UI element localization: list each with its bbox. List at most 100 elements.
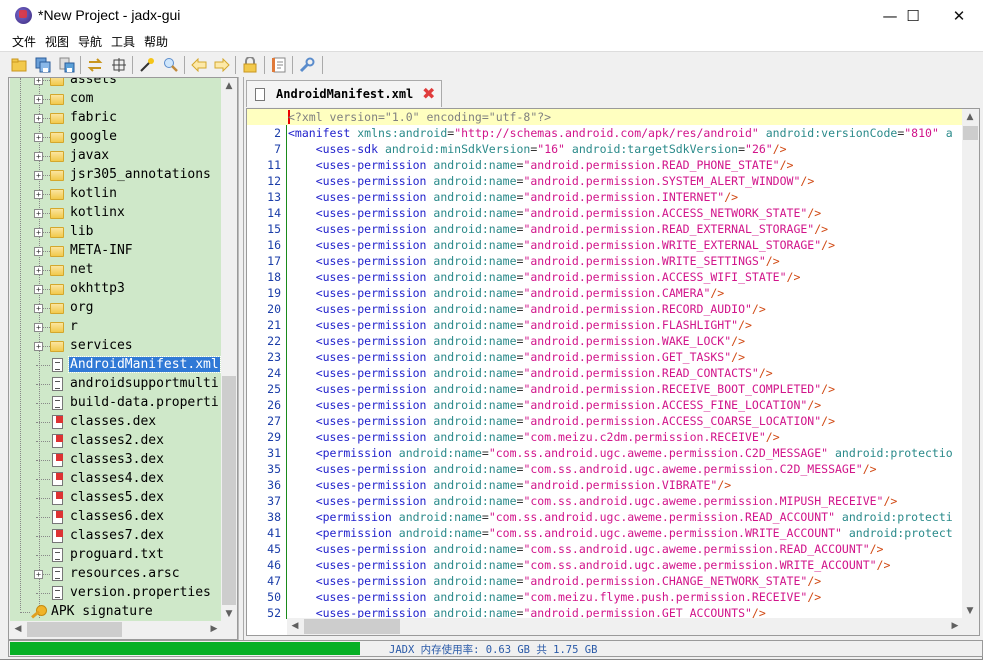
code-line[interactable]: 20 <uses-permission android:name="androi… bbox=[247, 301, 963, 317]
search-icon[interactable] bbox=[162, 56, 180, 74]
code-line[interactable]: 24 <uses-permission android:name="androi… bbox=[247, 365, 963, 381]
code-line[interactable]: 38 <permission android:name="com.ss.andr… bbox=[247, 509, 963, 525]
panel-splitter[interactable] bbox=[238, 77, 242, 640]
tree-item[interactable]: classes5.dex bbox=[10, 489, 222, 508]
code-line[interactable]: 15 <uses-permission android:name="androi… bbox=[247, 221, 963, 237]
menu-navigation[interactable]: 导航 bbox=[78, 33, 102, 50]
code-line[interactable]: 35 <uses-permission android:name="com.ss… bbox=[247, 461, 963, 477]
tab-android-manifest[interactable]: AndroidManifest.xml ✖ bbox=[246, 80, 442, 107]
scroll-right-icon[interactable]: ▶ bbox=[206, 621, 222, 637]
deobfuscation-icon[interactable] bbox=[241, 56, 259, 74]
scroll-left-icon[interactable]: ◀ bbox=[10, 621, 26, 637]
expand-icon[interactable]: + bbox=[34, 266, 43, 275]
code-line[interactable]: <?xml version="1.0" encoding="utf-8"?> bbox=[247, 109, 963, 125]
editor-hscroll-thumb[interactable] bbox=[304, 619, 400, 634]
expand-icon[interactable]: + bbox=[34, 78, 43, 85]
tree-item[interactable]: + javax bbox=[10, 147, 222, 166]
editor-vscroll-thumb[interactable] bbox=[963, 126, 978, 140]
code-line[interactable]: 29 <uses-permission android:name="com.me… bbox=[247, 429, 963, 445]
tree-item[interactable]: + assets bbox=[10, 78, 222, 90]
code-line[interactable]: 23 <uses-permission android:name="androi… bbox=[247, 349, 963, 365]
tree-item[interactable]: + jsr305_annotations bbox=[10, 166, 222, 185]
expand-icon[interactable]: + bbox=[34, 114, 43, 123]
scroll-up-icon[interactable]: ▲ bbox=[962, 109, 978, 125]
code-line[interactable]: 36 <uses-permission android:name="androi… bbox=[247, 477, 963, 493]
tree-item[interactable]: classes3.dex bbox=[10, 451, 222, 470]
code-line[interactable]: 31 <permission android:name="com.ss.andr… bbox=[247, 445, 963, 461]
export-icon[interactable] bbox=[58, 56, 76, 74]
maximize-button[interactable]: ☐ bbox=[890, 0, 936, 31]
code-line[interactable]: 25 <uses-permission android:name="androi… bbox=[247, 381, 963, 397]
code-line[interactable]: 50 <uses-permission android:name="com.me… bbox=[247, 589, 963, 605]
code-line[interactable]: 27 <uses-permission android:name="androi… bbox=[247, 413, 963, 429]
tree-item[interactable]: + lib bbox=[10, 223, 222, 242]
code-line[interactable]: 11 <uses-permission android:name="androi… bbox=[247, 157, 963, 173]
code-line[interactable]: 16 <uses-permission android:name="androi… bbox=[247, 237, 963, 253]
code-line[interactable]: 45 <uses-permission android:name="com.ss… bbox=[247, 541, 963, 557]
expand-icon[interactable]: + bbox=[34, 247, 43, 256]
editor-vertical-scrollbar[interactable]: ▲ ▼ bbox=[962, 109, 979, 619]
tree-vertical-scrollbar[interactable]: ▲ ▼ bbox=[221, 78, 237, 622]
tree-hscroll-thumb[interactable] bbox=[27, 622, 122, 637]
tree-item[interactable]: AndroidManifest.xml bbox=[10, 356, 222, 375]
code-line[interactable]: 21 <uses-permission android:name="androi… bbox=[247, 317, 963, 333]
open-file-icon[interactable] bbox=[10, 56, 28, 74]
expand-icon[interactable]: + bbox=[34, 342, 43, 351]
code-line[interactable]: 26 <uses-permission android:name="androi… bbox=[247, 397, 963, 413]
close-window-button[interactable]: ✕ bbox=[936, 0, 982, 31]
tree-vscroll-thumb[interactable] bbox=[222, 376, 236, 605]
expand-icon[interactable]: + bbox=[34, 95, 43, 104]
tree-item[interactable]: + org bbox=[10, 299, 222, 318]
tree-item[interactable]: + google bbox=[10, 128, 222, 147]
expand-icon[interactable]: + bbox=[34, 190, 43, 199]
tree-item[interactable]: proguard.txt bbox=[10, 546, 222, 565]
code-line[interactable]: 47 <uses-permission android:name="androi… bbox=[247, 573, 963, 589]
tree-item[interactable]: classes6.dex bbox=[10, 508, 222, 527]
tree-item[interactable]: + r bbox=[10, 318, 222, 337]
code-line[interactable]: 46 <uses-permission android:name="com.ss… bbox=[247, 557, 963, 573]
decompile-all-icon[interactable] bbox=[138, 56, 156, 74]
tree-item[interactable]: classes2.dex bbox=[10, 432, 222, 451]
code-line[interactable]: 2 <manifest xmlns:android="http://schemas… bbox=[247, 125, 963, 141]
tree-item[interactable]: classes7.dex bbox=[10, 527, 222, 546]
code-line[interactable]: 37 <uses-permission android:name="com.ss… bbox=[247, 493, 963, 509]
tree-item[interactable]: classes.dex bbox=[10, 413, 222, 432]
expand-icon[interactable]: + bbox=[34, 133, 43, 142]
menu-file[interactable]: 文件 bbox=[12, 33, 36, 50]
code-line[interactable]: 17 <uses-permission android:name="androi… bbox=[247, 253, 963, 269]
scroll-down-icon[interactable]: ▼ bbox=[962, 603, 978, 619]
scroll-up-icon[interactable]: ▲ bbox=[221, 78, 237, 94]
code-line[interactable]: 41 <permission android:name="com.ss.andr… bbox=[247, 525, 963, 541]
close-tab-icon[interactable]: ✖ bbox=[422, 86, 436, 102]
tree-item[interactable]: build-data.properti bbox=[10, 394, 222, 413]
tree-item[interactable]: + resources.arsc bbox=[10, 565, 222, 584]
code-line[interactable]: 18 <uses-permission android:name="androi… bbox=[247, 269, 963, 285]
code-line[interactable]: 12 <uses-permission android:name="androi… bbox=[247, 173, 963, 189]
expand-icon[interactable]: + bbox=[34, 285, 43, 294]
tree-item[interactable]: + kotlin bbox=[10, 185, 222, 204]
code-line[interactable]: 13 <uses-permission android:name="androi… bbox=[247, 189, 963, 205]
code-line[interactable]: 7 <uses-sdk android:minSdkVersion="16" a… bbox=[247, 141, 963, 157]
expand-icon[interactable]: + bbox=[34, 323, 43, 332]
code-line[interactable]: 14 <uses-permission android:name="androi… bbox=[247, 205, 963, 221]
tree-item[interactable]: + fabric bbox=[10, 109, 222, 128]
expand-icon[interactable]: + bbox=[34, 228, 43, 237]
expand-icon[interactable]: + bbox=[34, 209, 43, 218]
flatten-packages-icon[interactable] bbox=[110, 56, 128, 74]
code-line[interactable]: 22 <uses-permission android:name="androi… bbox=[247, 333, 963, 349]
scroll-down-icon[interactable]: ▼ bbox=[221, 606, 237, 622]
scroll-right-icon[interactable]: ▶ bbox=[947, 618, 963, 634]
back-icon[interactable] bbox=[190, 56, 208, 74]
log-viewer-icon[interactable] bbox=[270, 56, 288, 74]
tree-item[interactable]: + com bbox=[10, 90, 222, 109]
expand-icon[interactable]: + bbox=[34, 152, 43, 161]
tree-item[interactable]: + net bbox=[10, 261, 222, 280]
tree-item[interactable]: version.properties bbox=[10, 584, 222, 603]
tree-item-apk-signature[interactable]: APK signature bbox=[10, 603, 222, 622]
preferences-icon[interactable] bbox=[298, 56, 316, 74]
tree-item[interactable]: classes4.dex bbox=[10, 470, 222, 489]
forward-icon[interactable] bbox=[213, 56, 231, 74]
scroll-left-icon[interactable]: ◀ bbox=[287, 618, 303, 634]
tree-item[interactable]: androidsupportmulti bbox=[10, 375, 222, 394]
menu-view[interactable]: 视图 bbox=[45, 33, 69, 50]
